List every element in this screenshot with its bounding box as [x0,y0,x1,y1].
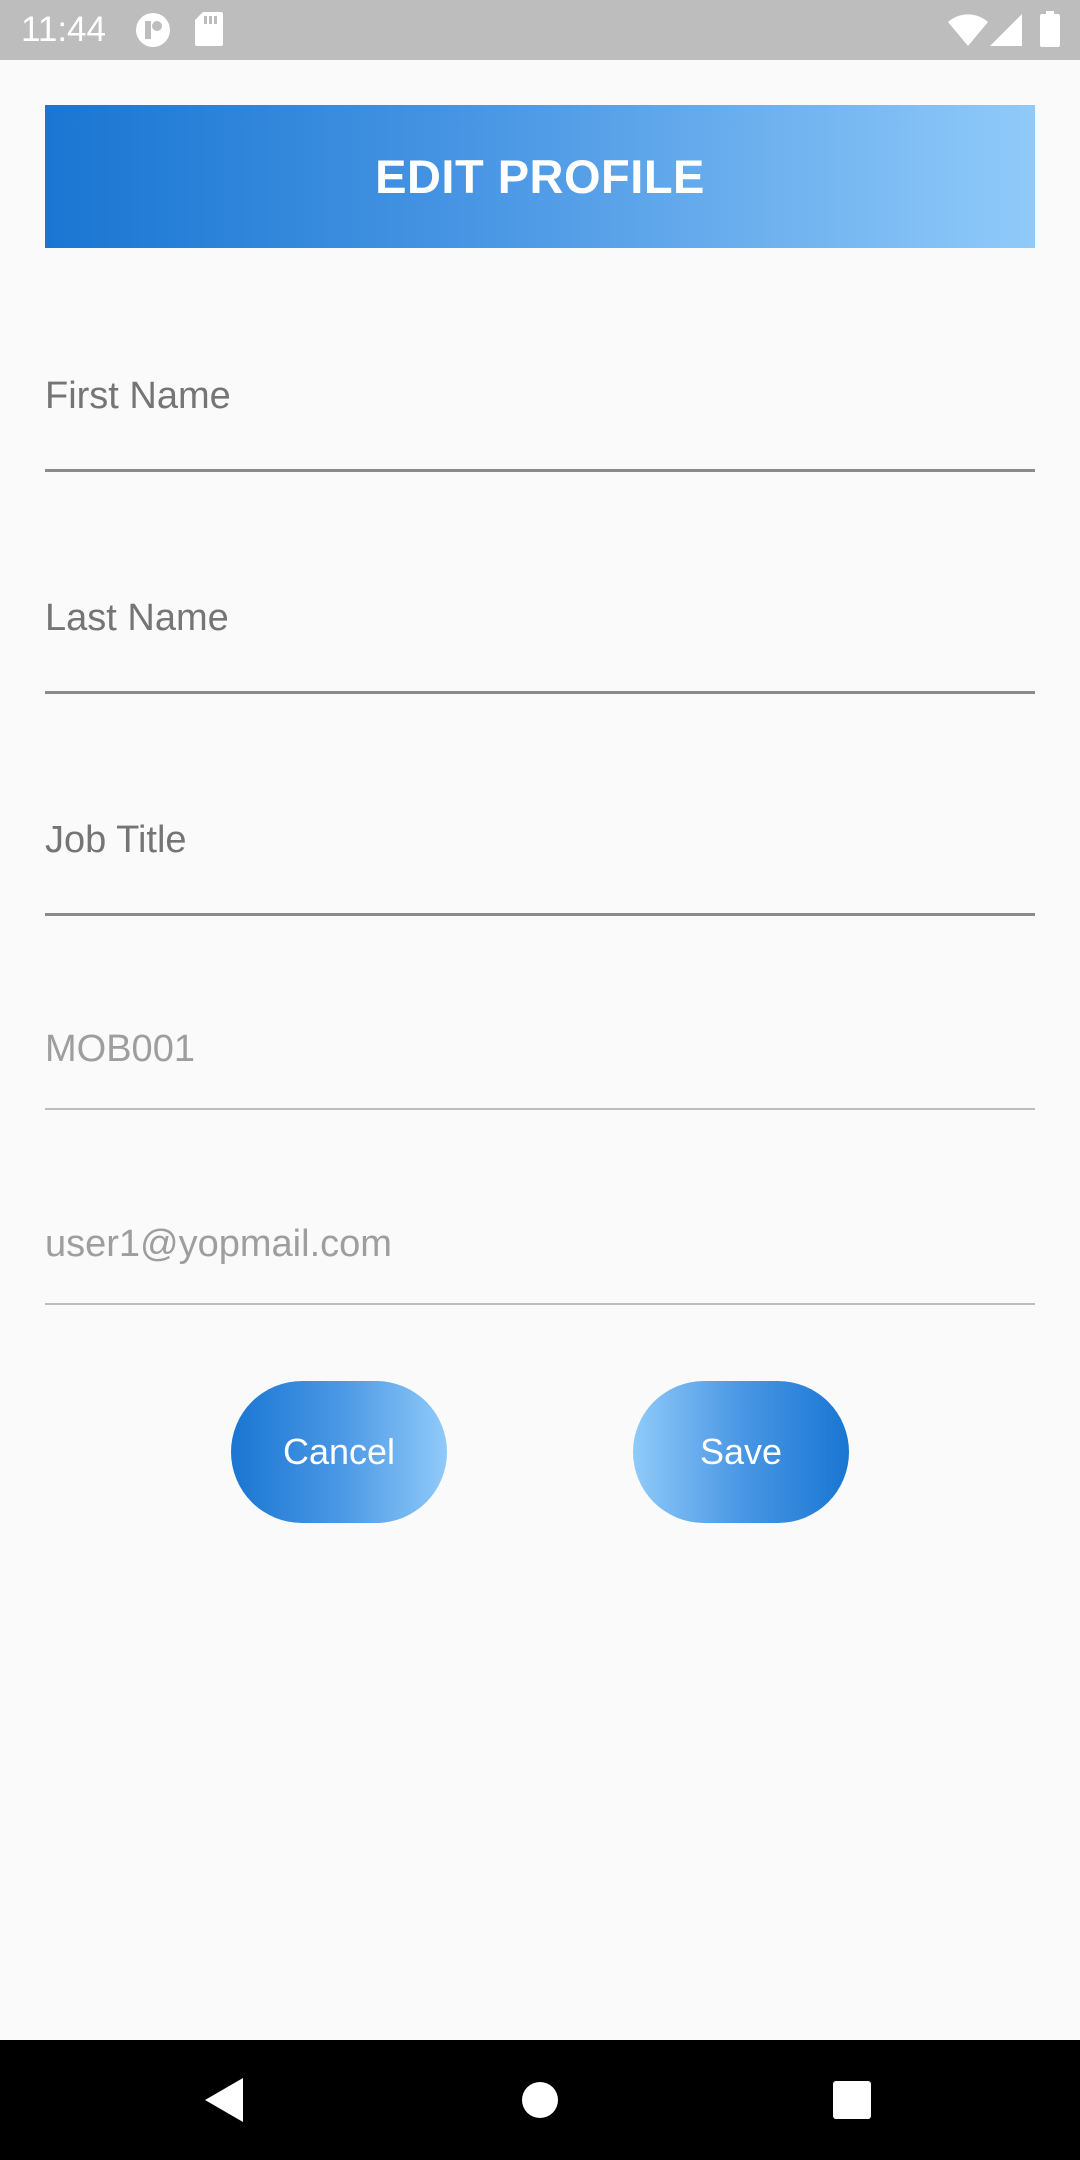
employee-id-field: MOB001 [45,1010,1035,1110]
job-title-field[interactable]: Job Title [45,804,1035,916]
home-icon [522,2082,558,2118]
header-banner: EDIT PROFILE [45,105,1035,248]
job-title-placeholder: Job Title [45,819,187,861]
job-title-underline [45,913,1035,916]
last-name-field[interactable]: Last Name [45,582,1035,694]
app-notification-icon [135,12,171,53]
email-underline [45,1303,1035,1305]
cellular-signal-icon [990,14,1022,51]
home-button[interactable] [480,2040,600,2160]
back-button[interactable] [165,2040,285,2160]
wifi-icon [948,14,988,51]
sd-card-icon [195,12,223,51]
last-name-placeholder: Last Name [45,597,229,639]
battery-icon [1040,11,1060,52]
status-time: 11:44 [21,10,106,49]
employee-id-value: MOB001 [45,1028,195,1070]
last-name-underline [45,691,1035,694]
cancel-button[interactable]: Cancel [231,1381,447,1523]
first-name-underline [45,469,1035,472]
navigation-bar [0,2040,1080,2160]
back-icon [205,2078,243,2122]
first-name-field[interactable]: First Name [45,360,1035,472]
status-bar: 11:44 [0,0,1080,60]
edit-profile-screen: 11:44 EDIT PROFILE First Name Last Name … [0,0,1080,2160]
save-button[interactable]: Save [633,1381,849,1523]
page-title: EDIT PROFILE [375,150,705,203]
employee-id-underline [45,1108,1035,1110]
first-name-placeholder: First Name [45,375,231,417]
email-field: user1@yopmail.com [45,1205,1035,1305]
email-value: user1@yopmail.com [45,1223,392,1265]
recents-button[interactable] [792,2040,912,2160]
recents-icon [833,2081,871,2119]
